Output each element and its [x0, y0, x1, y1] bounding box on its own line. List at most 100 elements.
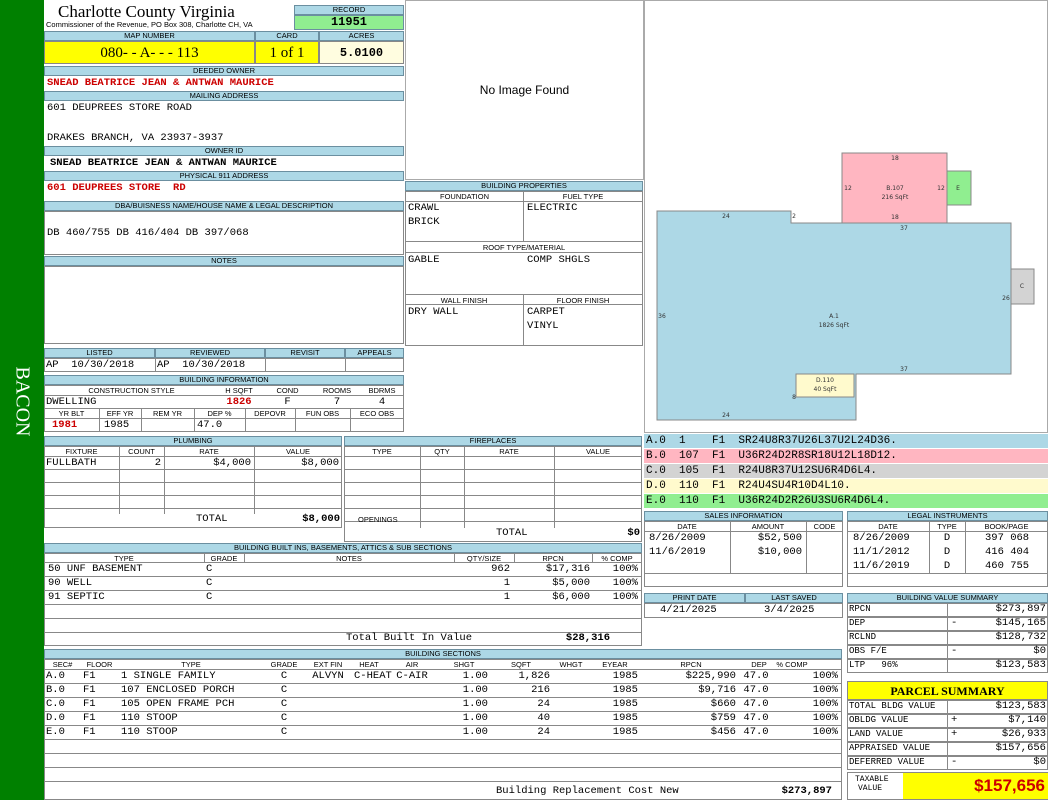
 [44, 604, 642, 605]
 [420, 446, 421, 528]
commissioner-line: Commissioner of the Revenue, PO Box 308,… [46, 20, 253, 29]
section-cell: 1985 [612, 698, 638, 710]
sketch-stoop-sqft: 40 SqFt [814, 386, 838, 393]
section-cell: F1 [83, 670, 96, 682]
section-header-rpcn: RPCN [680, 660, 702, 669]
 [947, 728, 948, 742]
 [947, 603, 948, 617]
section-header-whgt: WHGT [559, 660, 583, 669]
builtin-qty: 1 [503, 577, 510, 589]
builtin-rpcn: $5,000 [552, 577, 590, 589]
parcel-summary-label: APPRAISED VALUE [849, 743, 931, 753]
section-cell: C [280, 712, 288, 724]
 [344, 469, 642, 470]
 [806, 521, 807, 573]
dim-24b: 24 [722, 412, 730, 419]
physical-address: 601 DEUPREES STORE RD [47, 182, 186, 194]
taxable-value: $157,656 [903, 773, 1048, 799]
last-saved: 3/4/2025 [764, 604, 815, 616]
plumbing-header-fixture: FIXTURE [65, 447, 98, 456]
section-cell: 47.0 [743, 698, 769, 710]
value-summary-value: $123,583 [995, 659, 1046, 671]
section-cell: F1 [83, 698, 96, 710]
rooms-label: ROOMS [322, 386, 352, 395]
fireplace-total-label: TOTAL [496, 527, 528, 539]
builtin-rpcn: $6,000 [552, 591, 590, 603]
section-cell: C-HEAT [354, 670, 392, 682]
sketch-porch-sqft: 216 SqFt [882, 194, 909, 201]
sketch-code-row: E.0 110 F1 U36R24D2R26U3SU6R4D6L4. [644, 494, 1048, 509]
acres-value: 5.0100 [319, 41, 404, 64]
 [344, 482, 642, 483]
map-number-label: MAP NUMBER [44, 31, 255, 41]
floor-finish-2: VINYL [527, 320, 559, 332]
value-summary-sign: - [951, 617, 958, 629]
mailing-line-2: DRAKES BRANCH, VA 23937-3937 [47, 132, 224, 144]
section-cell: C [280, 670, 288, 682]
 [254, 446, 255, 514]
section-header-floor: FLOOR [86, 660, 113, 669]
 [947, 700, 948, 714]
section-cell: C.0 [46, 698, 65, 710]
yrblt: 1981 [52, 419, 78, 431]
depovr-label: DEPOVR [254, 409, 286, 418]
mailing-line-1: 601 DEUPREES STORE ROAD [47, 102, 192, 114]
building-properties-box [405, 191, 643, 346]
bdrms-label: BDRMS [368, 386, 396, 395]
notes-label: NOTES [44, 256, 404, 266]
sketch-e-label: E [956, 185, 960, 192]
section-cell: 1.00 [462, 698, 488, 710]
section-cell: 1985 [612, 670, 638, 682]
legal-bookpage: 416 404 [985, 546, 1030, 558]
sections-label: BUILDING SECTIONS [44, 649, 842, 659]
side-bar: BACON [0, 0, 44, 800]
value-summary-label: OBS F/E [849, 646, 887, 656]
sketch-main-sqft: 1826 SqFt [819, 322, 850, 329]
builtin-rpcn: $17,316 [545, 563, 590, 575]
 [44, 618, 642, 619]
plumbing-cell: FULLBATH [46, 457, 97, 469]
 [947, 631, 948, 645]
sketch-code-row: B.0 107 F1 U36R24D2R8SR18U12L18D12. [644, 449, 1048, 464]
plumbing-cell: $8,000 [301, 457, 339, 469]
section-header-comp: % COMP [776, 660, 808, 669]
reviewed-value: AP 10/30/2018 [157, 359, 246, 371]
value-summary-value: $128,732 [995, 631, 1046, 643]
section-cell: B.0 [46, 684, 65, 696]
 [204, 553, 205, 563]
section-cell: 105 OPEN FRAME PCH [121, 698, 235, 710]
record-number: 11951 [294, 15, 404, 30]
 [947, 742, 948, 756]
section-cell: $456 [710, 726, 736, 738]
legal-header-book/page: BOOK/PAGE [984, 522, 1029, 531]
section-cell: 100% [812, 684, 838, 696]
sections-total-label: Building Replacement Cost New [496, 785, 679, 797]
roof-label: ROOF TYPE/MATERIAL [482, 243, 566, 252]
section-header-dep: DEP [751, 660, 767, 669]
 [119, 446, 120, 514]
sketch-c-label: C [1020, 283, 1024, 290]
side-label: BACON [11, 366, 34, 437]
 [164, 446, 165, 514]
 [44, 753, 842, 754]
section-cell: 1.00 [462, 670, 488, 682]
plumbing-total: $8,000 [302, 513, 340, 525]
section-header-sqft: SQFT [511, 660, 531, 669]
plumbing-total-label: TOTAL [196, 513, 228, 525]
section-cell: 100% [812, 698, 838, 710]
listed-label: LISTED [44, 348, 155, 358]
parcel-summary-sign: + [951, 728, 958, 740]
fireplace-total: $0 [627, 527, 640, 539]
listed-value: AP 10/30/2018 [46, 359, 135, 371]
parcel-summary-value: $26,933 [1001, 728, 1046, 740]
dim-18b: 18 [891, 214, 899, 221]
section-cell: 1985 [612, 684, 638, 696]
plumbing-cell: 2 [154, 457, 161, 469]
plumbing-label: PLUMBING [44, 436, 342, 446]
 [644, 573, 843, 574]
section-header-type: TYPE [181, 660, 201, 669]
value-summary-label: LTP 96% [849, 660, 898, 670]
parcel-summary-sign: + [951, 714, 958, 726]
builtin-comp: 100% [612, 563, 638, 575]
sales-header-code: CODE [813, 522, 836, 531]
